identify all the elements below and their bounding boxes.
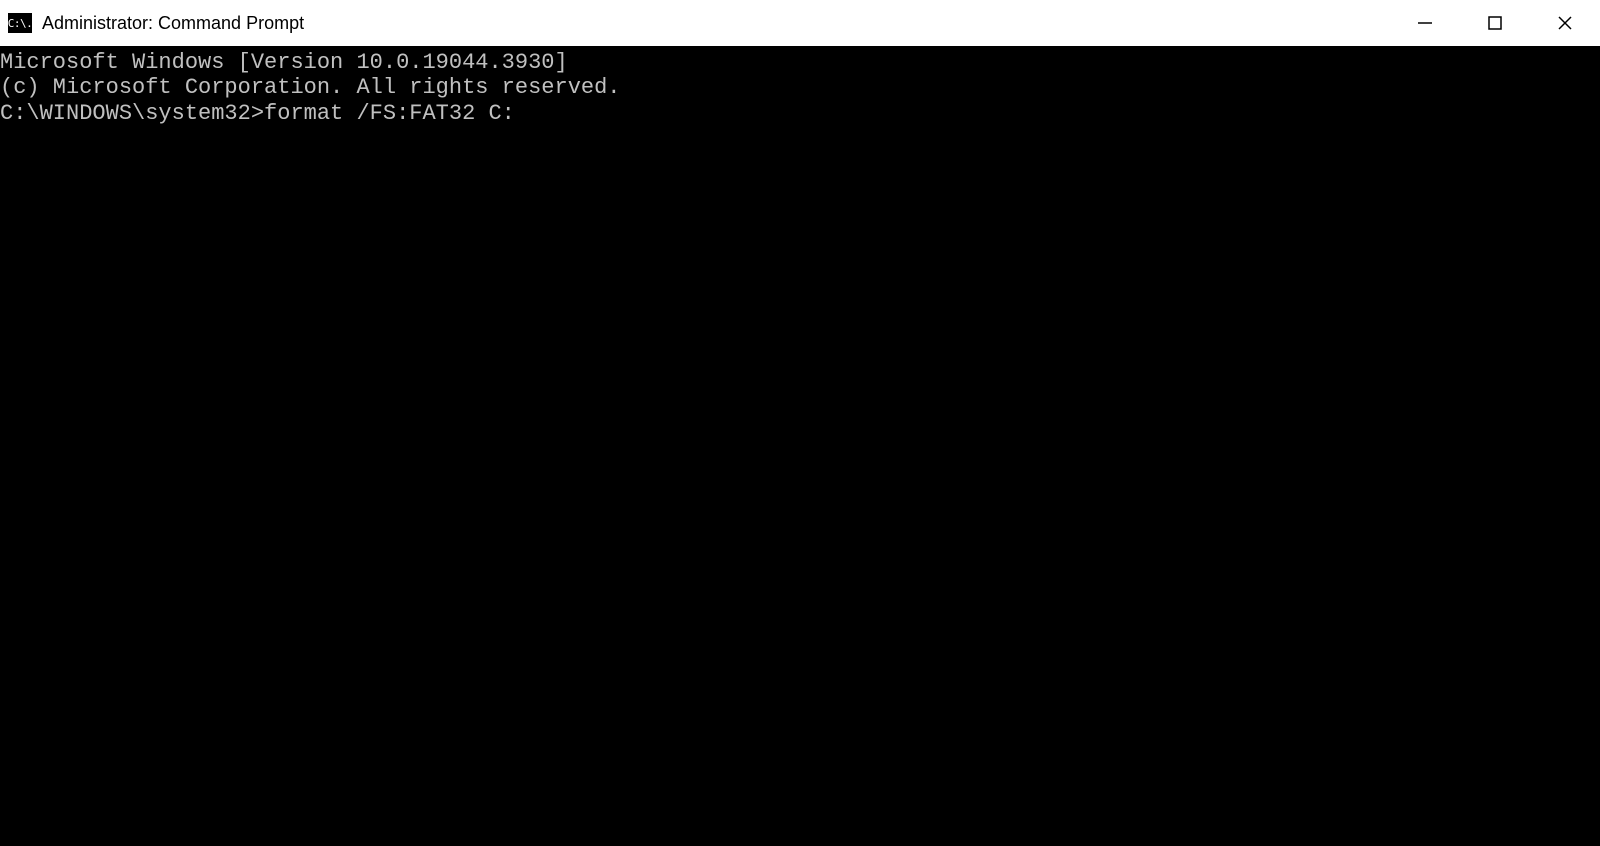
window-title: Administrator: Command Prompt <box>42 13 304 34</box>
terminal-prompt: C:\WINDOWS\system32> <box>0 101 264 126</box>
terminal-line-version: Microsoft Windows [Version 10.0.19044.39… <box>0 50 1600 75</box>
close-button[interactable] <box>1530 0 1600 46</box>
maximize-button[interactable] <box>1460 0 1530 46</box>
titlebar-left: C:\. Administrator: Command Prompt <box>8 13 304 34</box>
terminal-line-copyright: (c) Microsoft Corporation. All rights re… <box>0 75 1600 100</box>
minimize-button[interactable] <box>1390 0 1460 46</box>
terminal-command[interactable]: format /FS:FAT32 C: <box>264 101 515 126</box>
cmd-icon: C:\. <box>8 13 32 33</box>
terminal-area[interactable]: Microsoft Windows [Version 10.0.19044.39… <box>0 46 1600 846</box>
maximize-icon <box>1487 15 1503 31</box>
terminal-prompt-line: C:\WINDOWS\system32>format /FS:FAT32 C: <box>0 101 1600 126</box>
close-icon <box>1556 14 1574 32</box>
minimize-icon <box>1416 14 1434 32</box>
window-titlebar: C:\. Administrator: Command Prompt <box>0 0 1600 46</box>
window-controls <box>1390 0 1600 46</box>
